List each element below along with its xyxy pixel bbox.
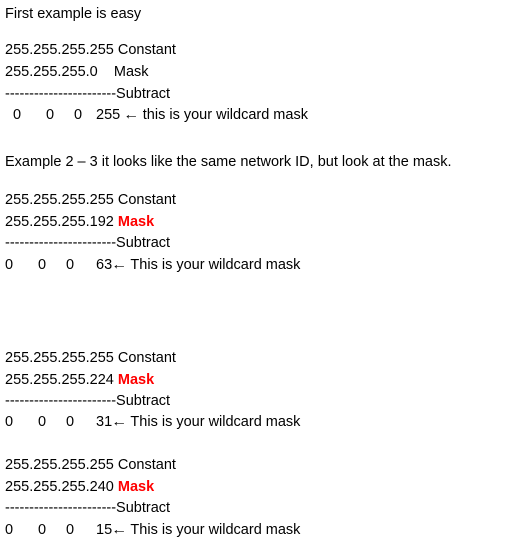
octet-2: 0 <box>38 414 47 430</box>
octet-4: 63 <box>96 257 113 273</box>
result-label: This is your wildcard mask <box>130 522 301 538</box>
result-label: this is your wildcard mask <box>142 107 308 123</box>
octet-3: 0 <box>66 414 75 430</box>
mask-value: 255.255.255.224 <box>5 372 114 388</box>
octet-1: 0 <box>5 522 14 538</box>
result-label: This is your wildcard mask <box>130 257 301 273</box>
constant-label: Constant <box>117 192 176 208</box>
result-line: 0 0 0 255 ← this is your wildcard mask <box>13 106 308 124</box>
octet-4: 31 <box>96 414 113 430</box>
mask-label: Mask <box>117 214 155 230</box>
constant-line: 255.255.255.255 Constant <box>5 349 176 367</box>
octet-1: 0 <box>5 257 14 273</box>
constant-value: 255.255.255.255 <box>5 192 114 208</box>
octet-1: 0 <box>5 414 14 430</box>
arrow-left-icon: ← <box>111 522 128 538</box>
arrow-left-icon: ← <box>123 107 140 123</box>
divider-line: -----------------------Subtract <box>5 235 171 251</box>
example-2-heading: Example 2 – 3 it looks like the same net… <box>5 154 452 170</box>
octet-3: 0 <box>66 257 75 273</box>
constant-line: 255.255.255.255 Constant <box>5 456 176 474</box>
constant-value: 255.255.255.255 <box>5 457 114 473</box>
result-label: This is your wildcard mask <box>130 414 301 430</box>
constant-label: Constant <box>117 457 176 473</box>
octet-2: 0 <box>38 522 47 538</box>
octet-3: 0 <box>66 522 75 538</box>
mask-label: Mask <box>117 479 155 495</box>
constant-value: 255.255.255.255 <box>5 42 114 58</box>
mask-line: 255.255.255.0 Mask <box>5 63 149 81</box>
mask-value: 255.255.255.0 <box>5 64 98 80</box>
result-line: 0 0 0 63← This is your wildcard mask <box>5 256 300 274</box>
mask-line: 255.255.255.240 Mask <box>5 478 154 496</box>
constant-value: 255.255.255.255 <box>5 350 114 366</box>
octet-4: 15 <box>96 522 113 538</box>
divider-line: -----------------------Subtract <box>5 500 171 516</box>
mask-label: Mask <box>117 372 155 388</box>
divider-line: -----------------------Subtract <box>5 393 171 409</box>
divider-line: -----------------------Subtract <box>5 86 171 102</box>
octet-2: 0 <box>38 257 47 273</box>
constant-label: Constant <box>117 42 176 58</box>
mask-line: 255.255.255.224 Mask <box>5 371 154 389</box>
mask-value: 255.255.255.240 <box>5 479 114 495</box>
mask-value: 255.255.255.192 <box>5 214 114 230</box>
intro-text: First example is easy <box>5 6 142 22</box>
arrow-left-icon: ← <box>111 414 128 430</box>
constant-line: 255.255.255.255 Constant <box>5 191 176 209</box>
octet-4: 255 <box>96 107 121 123</box>
mask-line: 255.255.255.192 Mask <box>5 213 154 231</box>
mask-label: Mask <box>113 64 149 80</box>
constant-label: Constant <box>117 350 176 366</box>
octet-3: 0 <box>74 107 83 123</box>
arrow-left-icon: ← <box>111 257 128 273</box>
result-line: 0 0 0 15← This is your wildcard mask <box>5 521 300 539</box>
constant-line: 255.255.255.255 Constant <box>5 41 176 59</box>
result-line: 0 0 0 31← This is your wildcard mask <box>5 413 300 431</box>
octet-2: 0 <box>46 107 55 123</box>
octet-1: 0 <box>13 107 22 123</box>
